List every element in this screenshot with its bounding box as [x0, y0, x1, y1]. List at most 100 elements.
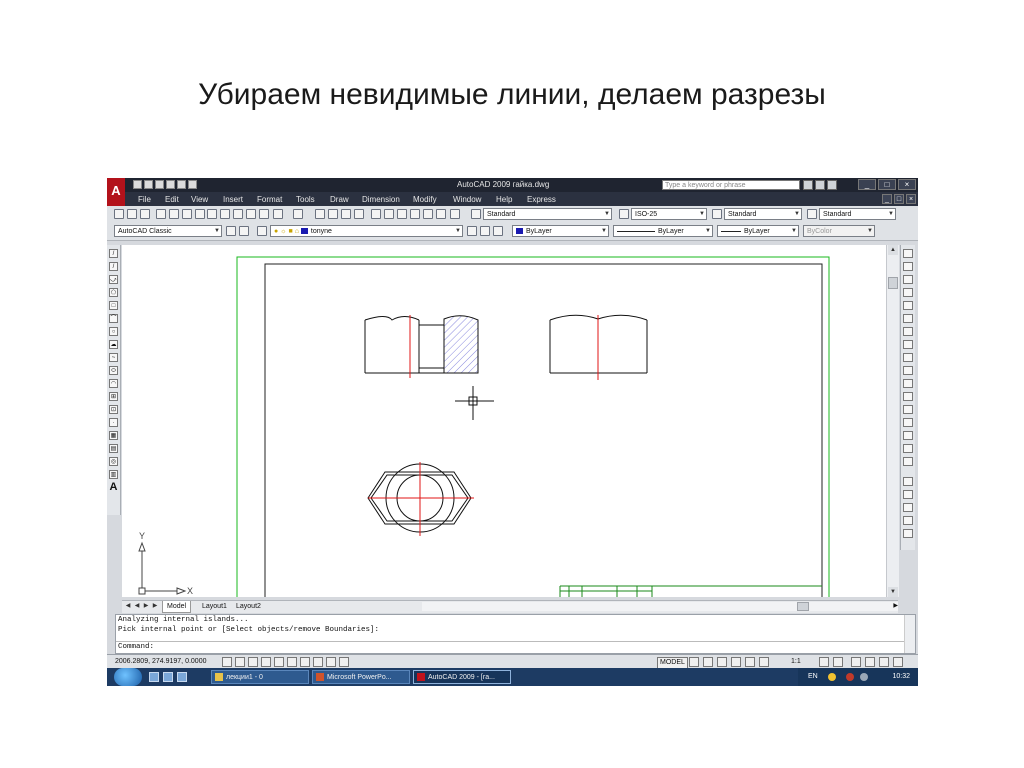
- language-indicator[interactable]: EN: [808, 673, 818, 680]
- menu-format[interactable]: Format: [257, 195, 282, 204]
- match-properties-icon[interactable]: [246, 209, 256, 219]
- horizontal-scrollbar[interactable]: ▶: [422, 602, 898, 611]
- layer-previous-icon[interactable]: [480, 226, 490, 236]
- menu-draw[interactable]: Draw: [330, 195, 349, 204]
- maximize-button[interactable]: □: [878, 179, 896, 190]
- command-window[interactable]: Analyzing internal islands... Pick inter…: [115, 614, 916, 654]
- quick-properties-icon[interactable]: [339, 657, 349, 667]
- new-icon[interactable]: [133, 180, 142, 189]
- tool-palettes-icon[interactable]: [397, 209, 407, 219]
- linetype-select[interactable]: ByLayer ▼: [613, 225, 713, 237]
- ellipse-arc-icon[interactable]: ◠: [109, 379, 118, 388]
- redo-icon[interactable]: [293, 209, 303, 219]
- make-current-layer-icon[interactable]: [467, 226, 477, 236]
- scroll-down-arrow-icon[interactable]: ▼: [888, 587, 898, 597]
- polygon-icon[interactable]: ⬠: [109, 288, 118, 297]
- showmotion-icon[interactable]: [759, 657, 769, 667]
- browser-icon[interactable]: [163, 672, 173, 682]
- menu-tools[interactable]: Tools: [296, 195, 315, 204]
- infocenter-search-input[interactable]: Type a keyword or phrase: [662, 180, 800, 190]
- save-icon[interactable]: [140, 209, 150, 219]
- send-to-back-icon[interactable]: [903, 503, 913, 512]
- properties-icon[interactable]: [371, 209, 381, 219]
- table-style-icon[interactable]: [712, 209, 722, 219]
- zoom-previous-icon[interactable]: [354, 209, 364, 219]
- taskbar-item-folder[interactable]: лекции1 - 0: [211, 670, 309, 684]
- multileader-style-icon[interactable]: [807, 209, 817, 219]
- join-icon[interactable]: [903, 418, 913, 427]
- tab-next-arrow-icon[interactable]: ▶: [142, 602, 150, 611]
- open-icon[interactable]: [127, 209, 137, 219]
- pan-icon[interactable]: [315, 209, 325, 219]
- explode-icon[interactable]: [903, 457, 913, 466]
- rotate-icon[interactable]: [903, 327, 913, 336]
- circle-icon[interactable]: ○: [109, 327, 118, 336]
- new-icon[interactable]: [114, 209, 124, 219]
- vertical-scrollbar[interactable]: ▲ ▼: [886, 245, 899, 597]
- table-icon[interactable]: ▥: [109, 470, 118, 479]
- print-icon[interactable]: [166, 180, 175, 189]
- workspace-switching-icon[interactable]: [851, 657, 861, 667]
- layer-state-icon[interactable]: [493, 226, 503, 236]
- fillet-icon[interactable]: [903, 444, 913, 453]
- dynamic-input-icon[interactable]: [313, 657, 323, 667]
- scale-icon[interactable]: [903, 340, 913, 349]
- tab-layout2[interactable]: Layout2: [232, 601, 265, 612]
- search-icon[interactable]: [803, 180, 813, 190]
- point-icon[interactable]: ·: [109, 418, 118, 427]
- paste-icon[interactable]: [233, 209, 243, 219]
- design-center-icon[interactable]: [384, 209, 394, 219]
- send-under-icon[interactable]: [903, 529, 913, 538]
- menu-file[interactable]: File: [138, 195, 151, 204]
- bring-above-icon[interactable]: [903, 516, 913, 525]
- layout-model-icon[interactable]: [689, 657, 699, 667]
- my-workspace-icon[interactable]: [239, 226, 249, 236]
- show-desktop-icon[interactable]: [149, 672, 159, 682]
- break-at-point-icon[interactable]: [903, 392, 913, 401]
- doc-close-button[interactable]: ×: [906, 194, 916, 204]
- lock-ui-icon[interactable]: [865, 657, 875, 667]
- copy-object-icon[interactable]: [903, 262, 913, 271]
- plot-style-select[interactable]: ByColor ▼: [803, 225, 875, 237]
- communication-icon[interactable]: [815, 180, 825, 190]
- color-select[interactable]: ByLayer ▼: [512, 225, 609, 237]
- menu-view[interactable]: View: [191, 195, 208, 204]
- mirror-icon[interactable]: [903, 275, 913, 284]
- insert-block-icon[interactable]: ⊞: [109, 392, 118, 401]
- autoscale-icon[interactable]: [833, 657, 843, 667]
- tray-alert-icon[interactable]: [846, 673, 854, 681]
- media-player-icon[interactable]: [177, 672, 187, 682]
- plot-preview-icon[interactable]: [169, 209, 179, 219]
- object-snap-icon[interactable]: [274, 657, 284, 667]
- arc-icon[interactable]: ⌒: [109, 314, 118, 323]
- tray-network-icon[interactable]: [860, 673, 868, 681]
- menu-modify[interactable]: Modify: [413, 195, 437, 204]
- extend-icon[interactable]: [903, 379, 913, 388]
- plot-icon[interactable]: [156, 209, 166, 219]
- 3d-dwf-icon[interactable]: [195, 209, 205, 219]
- workspace-settings-icon[interactable]: [226, 226, 236, 236]
- tray-settings-icon[interactable]: [879, 657, 889, 667]
- stretch-icon[interactable]: [903, 353, 913, 362]
- copy-icon[interactable]: [220, 209, 230, 219]
- construction-line-icon[interactable]: /: [109, 262, 118, 271]
- save-icon[interactable]: [155, 180, 164, 189]
- start-button[interactable]: [114, 668, 142, 686]
- quick-view-layouts-icon[interactable]: [703, 657, 713, 667]
- open-icon[interactable]: [144, 180, 153, 189]
- minimize-button[interactable]: _: [858, 179, 876, 190]
- dim-style-select[interactable]: ISO-25 ▼: [631, 208, 707, 220]
- block-editor-icon[interactable]: [259, 209, 269, 219]
- annotation-visibility-icon[interactable]: [819, 657, 829, 667]
- polar-tracking-icon[interactable]: [261, 657, 271, 667]
- taskbar-item-powerpoint[interactable]: Microsoft PowerPo...: [312, 670, 410, 684]
- undo-icon[interactable]: [177, 180, 186, 189]
- sheet-set-icon[interactable]: [410, 209, 420, 219]
- spline-icon[interactable]: ~: [109, 353, 118, 362]
- trim-icon[interactable]: [903, 366, 913, 375]
- doc-restore-button[interactable]: □: [894, 194, 904, 204]
- tab-last-arrow-icon[interactable]: ▶: [151, 602, 159, 611]
- move-icon[interactable]: [903, 314, 913, 323]
- zoom-realtime-icon[interactable]: [328, 209, 338, 219]
- menu-dimension[interactable]: Dimension: [362, 195, 400, 204]
